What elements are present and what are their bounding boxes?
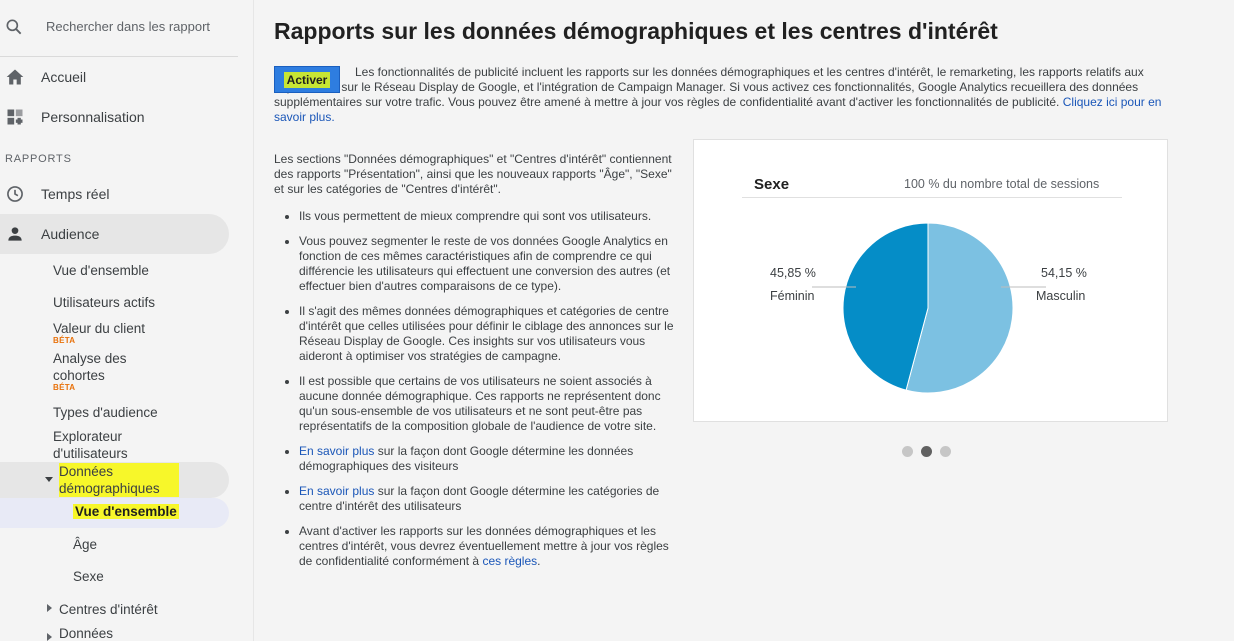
person-icon: [8, 227, 22, 241]
sidebar-item-demographics-overview[interactable]: Vue d'ensemble: [0, 498, 229, 528]
list-item: En savoir plus sur la façon dont Google …: [274, 484, 679, 514]
list-item: Il est possible que certains de vos util…: [274, 374, 679, 434]
beta-badge: BÉTA: [53, 336, 76, 345]
caret-right-icon: [47, 604, 52, 612]
list-item: Vous pouvez segmenter le reste de vos do…: [274, 234, 679, 294]
carousel-dot[interactable]: [940, 446, 951, 457]
intro-text: Les fonctionnalités de publicité incluen…: [274, 65, 1164, 125]
report-search[interactable]: Rechercher dans les rapport: [0, 0, 238, 57]
sidebar-item-audience-overview[interactable]: Vue d'ensemble: [53, 262, 203, 279]
slice-label-male: Masculin: [1036, 289, 1086, 303]
sidebar-item-interests[interactable]: Centres d'intérêt: [59, 601, 209, 618]
sidebar-item-lifetime-value[interactable]: Valeur du client: [53, 320, 203, 337]
sidebar-item-label: Données démographiques: [59, 463, 179, 497]
caret-right-icon: [47, 633, 52, 641]
gender-pie-chart: [812, 222, 1046, 394]
sidebar-item-cohort-analysis[interactable]: Analyse des cohortes: [53, 350, 163, 384]
carousel-dots: [902, 446, 951, 457]
list-item-end: .: [537, 554, 541, 568]
sidebar-item-gender[interactable]: Sexe: [73, 569, 104, 584]
page-title: Rapports sur les données démographiques …: [274, 18, 998, 44]
learn-more-demographics-link[interactable]: En savoir plus: [299, 444, 374, 458]
benefits-list: Ils vous permettent de mieux comprendre …: [274, 209, 679, 569]
sidebar-item-audience-types[interactable]: Types d'audience: [53, 404, 203, 421]
sidebar-item-label: Accueil: [41, 69, 87, 85]
caret-down-icon: [45, 477, 53, 482]
sidebar-item-active-users[interactable]: Utilisateurs actifs: [53, 294, 203, 311]
lead-paragraph: Les sections "Données démographiques" et…: [274, 152, 672, 196]
slice-value-female: 45,85 %: [770, 266, 816, 280]
sidebar-item-label: Personnalisation: [41, 109, 145, 125]
beta-badge: BÉTA: [53, 383, 76, 392]
sidebar-item-label: Audience: [41, 226, 100, 242]
sidebar: Rechercher dans les rapport Accueil Pers…: [0, 0, 254, 641]
learn-more-interests-link[interactable]: En savoir plus: [299, 484, 374, 498]
slice-value-male: 54,15 %: [1041, 266, 1087, 280]
intro-body: Les fonctionnalités de publicité incluen…: [274, 65, 1144, 109]
slice-label-female: Féminin: [770, 289, 815, 303]
sidebar-item-label: Vue d'ensemble: [73, 504, 179, 519]
clock-icon: [7, 186, 23, 202]
sidebar-item-user-explorer[interactable]: Explorateur d'utilisateurs: [53, 428, 163, 462]
search-input[interactable]: Rechercher dans les rapport: [46, 19, 210, 34]
sidebar-item-realtime[interactable]: Temps réel: [0, 174, 229, 214]
dashboard-icon: [7, 109, 23, 125]
reports-section-label: RAPPORTS: [5, 153, 72, 165]
carousel-dot[interactable]: [902, 446, 913, 457]
sidebar-item-home[interactable]: Accueil: [0, 57, 229, 97]
sidebar-item-customization[interactable]: Personnalisation: [0, 97, 229, 137]
activate-button[interactable]: Activer: [274, 66, 340, 93]
home-icon: [6, 69, 24, 85]
carousel-dot[interactable]: [921, 446, 932, 457]
list-item: Ils vous permettent de mieux comprendre …: [274, 209, 679, 224]
list-item: Il s'agit des mêmes données démographiqu…: [274, 304, 679, 364]
description-column: Les sections "Données démographiques" et…: [274, 152, 679, 579]
sidebar-item-demographics[interactable]: Données démographiques: [0, 462, 229, 498]
sidebar-item-label: Temps réel: [41, 186, 110, 202]
search-icon: [6, 19, 22, 35]
sidebar-item-geo[interactable]: Données: [59, 625, 209, 641]
list-item: Avant d'activer les rapports sur les don…: [274, 524, 679, 569]
activate-button-label: Activer: [283, 71, 331, 88]
main-content: Rapports sur les données démographiques …: [254, 0, 1234, 641]
sidebar-item-audience[interactable]: Audience: [0, 214, 229, 254]
list-item: En savoir plus sur la façon dont Google …: [274, 444, 679, 474]
gender-chart-card: Sexe 100 % du nombre total de sessions 4…: [693, 139, 1168, 422]
sidebar-item-age[interactable]: Âge: [73, 537, 97, 552]
policy-link[interactable]: ces règles: [482, 554, 537, 568]
